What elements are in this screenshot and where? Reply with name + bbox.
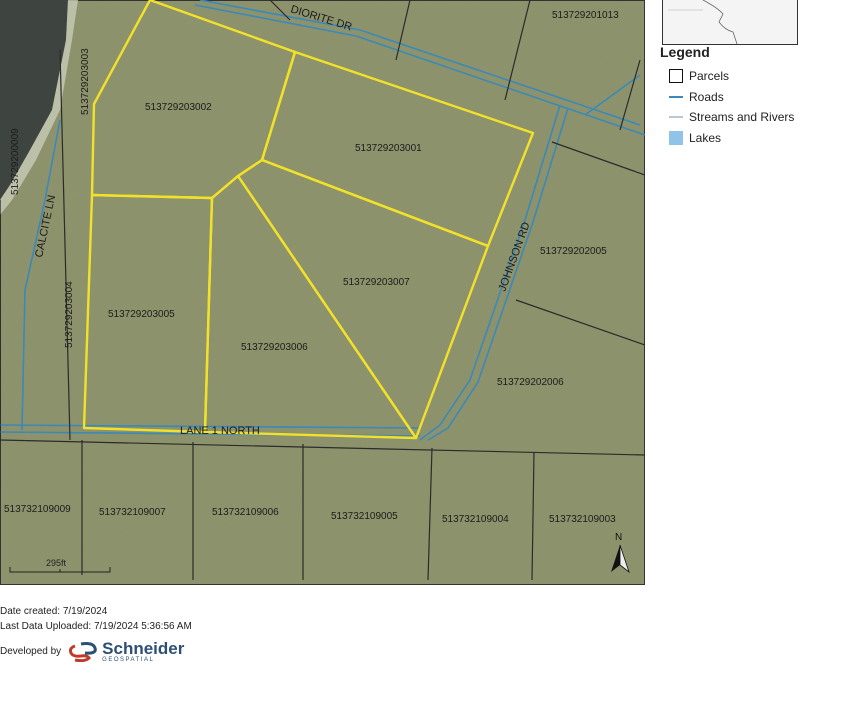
- north-label: N: [615, 532, 622, 543]
- date-created: Date created: 7/19/2024: [0, 606, 108, 617]
- schneider-logo: Schneider GEOSPATIAL: [67, 640, 184, 663]
- legend-label: Lakes: [689, 130, 722, 145]
- parcel-label: 513729202006: [497, 377, 564, 388]
- legend-panel: Legend Parcels Roads Streams and Rivers …: [660, 44, 850, 148]
- parcel-label: 513729203007: [343, 277, 410, 288]
- legend-label: Streams and Rivers: [689, 110, 795, 125]
- developed-by-label: Developed by: [0, 646, 62, 657]
- legend-item-streams: Streams and Rivers: [660, 107, 850, 128]
- parcel-label: 513729203006: [241, 342, 308, 353]
- terrain-texture: [0, 0, 645, 585]
- parcel-label: 513732109003: [549, 514, 616, 525]
- legend-label: Parcels: [689, 69, 730, 84]
- last-data-uploaded: Last Data Uploaded: 7/19/2024 5:36:56 AM: [0, 621, 192, 632]
- parcel-label: 513729203004: [64, 281, 75, 348]
- legend-title: Legend: [660, 44, 710, 60]
- parcel-label: 513732109009: [4, 504, 71, 515]
- parcel-label: 513729202005: [540, 246, 607, 257]
- scale-bar-label: 295ft: [46, 558, 67, 568]
- parcel-label: 513729203005: [108, 309, 175, 320]
- parcel-label: 513732109005: [331, 511, 398, 522]
- parcel-swatch-icon: [669, 69, 683, 84]
- stream-line-icon: [669, 116, 683, 119]
- legend-item-lakes: Lakes: [660, 128, 850, 149]
- parcel-label: 513729203002: [145, 102, 212, 113]
- legend-label: Roads: [689, 89, 724, 104]
- parcel-label: 513729201013: [552, 10, 619, 21]
- legend-item-parcels: Parcels: [660, 66, 850, 87]
- parcel-label: 513732109006: [212, 507, 279, 518]
- schneider-logo-icon: [69, 641, 97, 662]
- parcel-label: 513729203001: [355, 143, 422, 154]
- logo-name: Schneider: [102, 639, 185, 658]
- lake-swatch-icon: [669, 130, 683, 145]
- logo-subtitle: GEOSPATIAL: [102, 657, 155, 663]
- inset-map-drawing: [668, 0, 738, 45]
- parcel-label: 513729203003: [80, 48, 91, 115]
- legend-item-roads: Roads: [660, 87, 850, 108]
- parcel-label: 513732109007: [99, 507, 166, 518]
- developed-by: Developed by Schneider GEOSPATIAL: [0, 640, 184, 663]
- road-line-icon: [669, 95, 683, 98]
- overview-inset-map[interactable]: [662, 0, 798, 45]
- parcel-label: 513732109004: [442, 514, 509, 525]
- parcel-label: 513729200009: [10, 128, 21, 195]
- map-view[interactable]: DIORITE DR CALCITE LN JOHNSON RD LANE 1 …: [0, 0, 645, 585]
- road-label-lane1: LANE 1 NORTH: [180, 425, 260, 437]
